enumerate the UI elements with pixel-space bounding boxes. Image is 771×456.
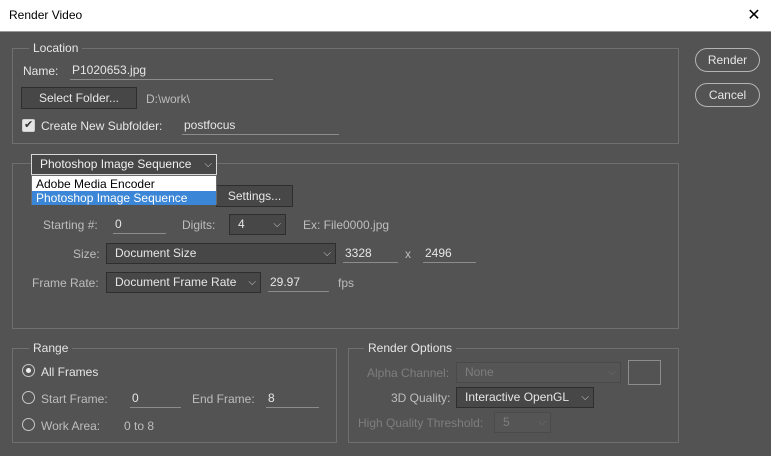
name-input[interactable]: P1020653.jpg (70, 62, 273, 80)
folder-path: D:\work\ (146, 92, 191, 106)
chevron-down-icon: ⌵ (204, 159, 212, 170)
alpha-channel-label: Alpha Channel: (367, 366, 450, 380)
size-label: Size: (73, 247, 100, 261)
start-frame-label: Start Frame: (41, 392, 108, 406)
chevron-down-icon: ⌵ (273, 219, 281, 230)
start-frame-radio[interactable] (22, 391, 35, 404)
format-option-adobe-media-encoder[interactable]: Adobe Media Encoder (32, 177, 216, 191)
format-selected-value: Photoshop Image Sequence (40, 157, 192, 171)
starting-number-input[interactable]: 0 (113, 216, 166, 234)
work-area-radio[interactable] (22, 418, 35, 431)
high-quality-threshold-select[interactable]: 5 ⌵ (494, 412, 551, 433)
all-frames-label: All Frames (41, 365, 99, 379)
all-frames-radio[interactable] (22, 364, 35, 377)
close-icon[interactable]: ✕ (744, 6, 764, 26)
render-button[interactable]: Render (695, 48, 760, 72)
3d-quality-label: 3D Quality: (391, 391, 451, 405)
alpha-channel-value: None (465, 365, 494, 379)
cancel-button[interactable]: Cancel (695, 83, 760, 107)
window-title: Render Video (9, 8, 83, 22)
work-area-value: 0 to 8 (124, 419, 155, 433)
end-frame-input[interactable]: 8 (266, 390, 319, 408)
3d-quality-value: Interactive OpenGL (465, 390, 570, 404)
width-input[interactable]: 3328 (343, 245, 398, 263)
name-label: Name: (23, 64, 59, 78)
digits-value: 4 (238, 217, 245, 231)
frame-rate-label: Frame Rate: (32, 276, 99, 290)
3d-quality-select[interactable]: Interactive OpenGL ⌵ (456, 387, 594, 408)
format-dropdown-list: Adobe Media Encoder Photoshop Image Sequ… (31, 175, 217, 205)
chevron-down-icon: ⌵ (323, 248, 331, 259)
chevron-down-icon: ⌵ (248, 277, 256, 288)
fps-unit-label: fps (338, 276, 355, 290)
format-select[interactable]: Photoshop Image Sequence ⌵ (31, 154, 217, 175)
render-options-group-title: Render Options (364, 341, 457, 355)
chevron-down-icon: ⌵ (608, 367, 616, 378)
start-frame-input[interactable]: 0 (130, 390, 181, 408)
settings-button[interactable]: Settings... (216, 185, 293, 207)
chevron-down-icon: ⌵ (581, 392, 589, 403)
digits-label: Digits: (182, 218, 216, 232)
subfolder-input[interactable]: postfocus (182, 117, 339, 135)
alpha-color-swatch[interactable] (628, 360, 661, 385)
dimension-separator: x (405, 247, 411, 261)
select-folder-button[interactable]: Select Folder... (21, 87, 137, 109)
frame-rate-value: Document Frame Rate (115, 275, 237, 289)
high-quality-threshold-label: High Quality Threshold: (358, 416, 484, 430)
alpha-channel-select[interactable]: None ⌵ (456, 362, 621, 383)
size-value: Document Size (115, 246, 197, 260)
height-input[interactable]: 2496 (423, 245, 476, 263)
title-bar: Render Video ✕ (0, 0, 771, 32)
location-group-title: Location (29, 41, 83, 55)
size-select[interactable]: Document Size ⌵ (106, 243, 336, 264)
create-subfolder-checkbox[interactable]: ✔ (22, 119, 35, 132)
range-group-title: Range (29, 341, 73, 355)
work-area-label: Work Area: (41, 419, 101, 433)
digits-select[interactable]: 4 ⌵ (229, 214, 286, 235)
format-option-photoshop-image-sequence[interactable]: Photoshop Image Sequence (32, 191, 216, 205)
example-filename: Ex: File0000.jpg (303, 218, 390, 232)
starting-number-label: Starting #: (43, 218, 98, 232)
fps-input[interactable]: 29.97 (268, 274, 329, 292)
high-quality-threshold-value: 5 (503, 415, 510, 429)
checkmark-icon: ✔ (24, 119, 34, 131)
end-frame-label: End Frame: (192, 392, 255, 406)
frame-rate-select[interactable]: Document Frame Rate ⌵ (106, 272, 261, 293)
chevron-down-icon: ⌵ (538, 417, 546, 428)
create-subfolder-label: Create New Subfolder: (41, 119, 163, 133)
